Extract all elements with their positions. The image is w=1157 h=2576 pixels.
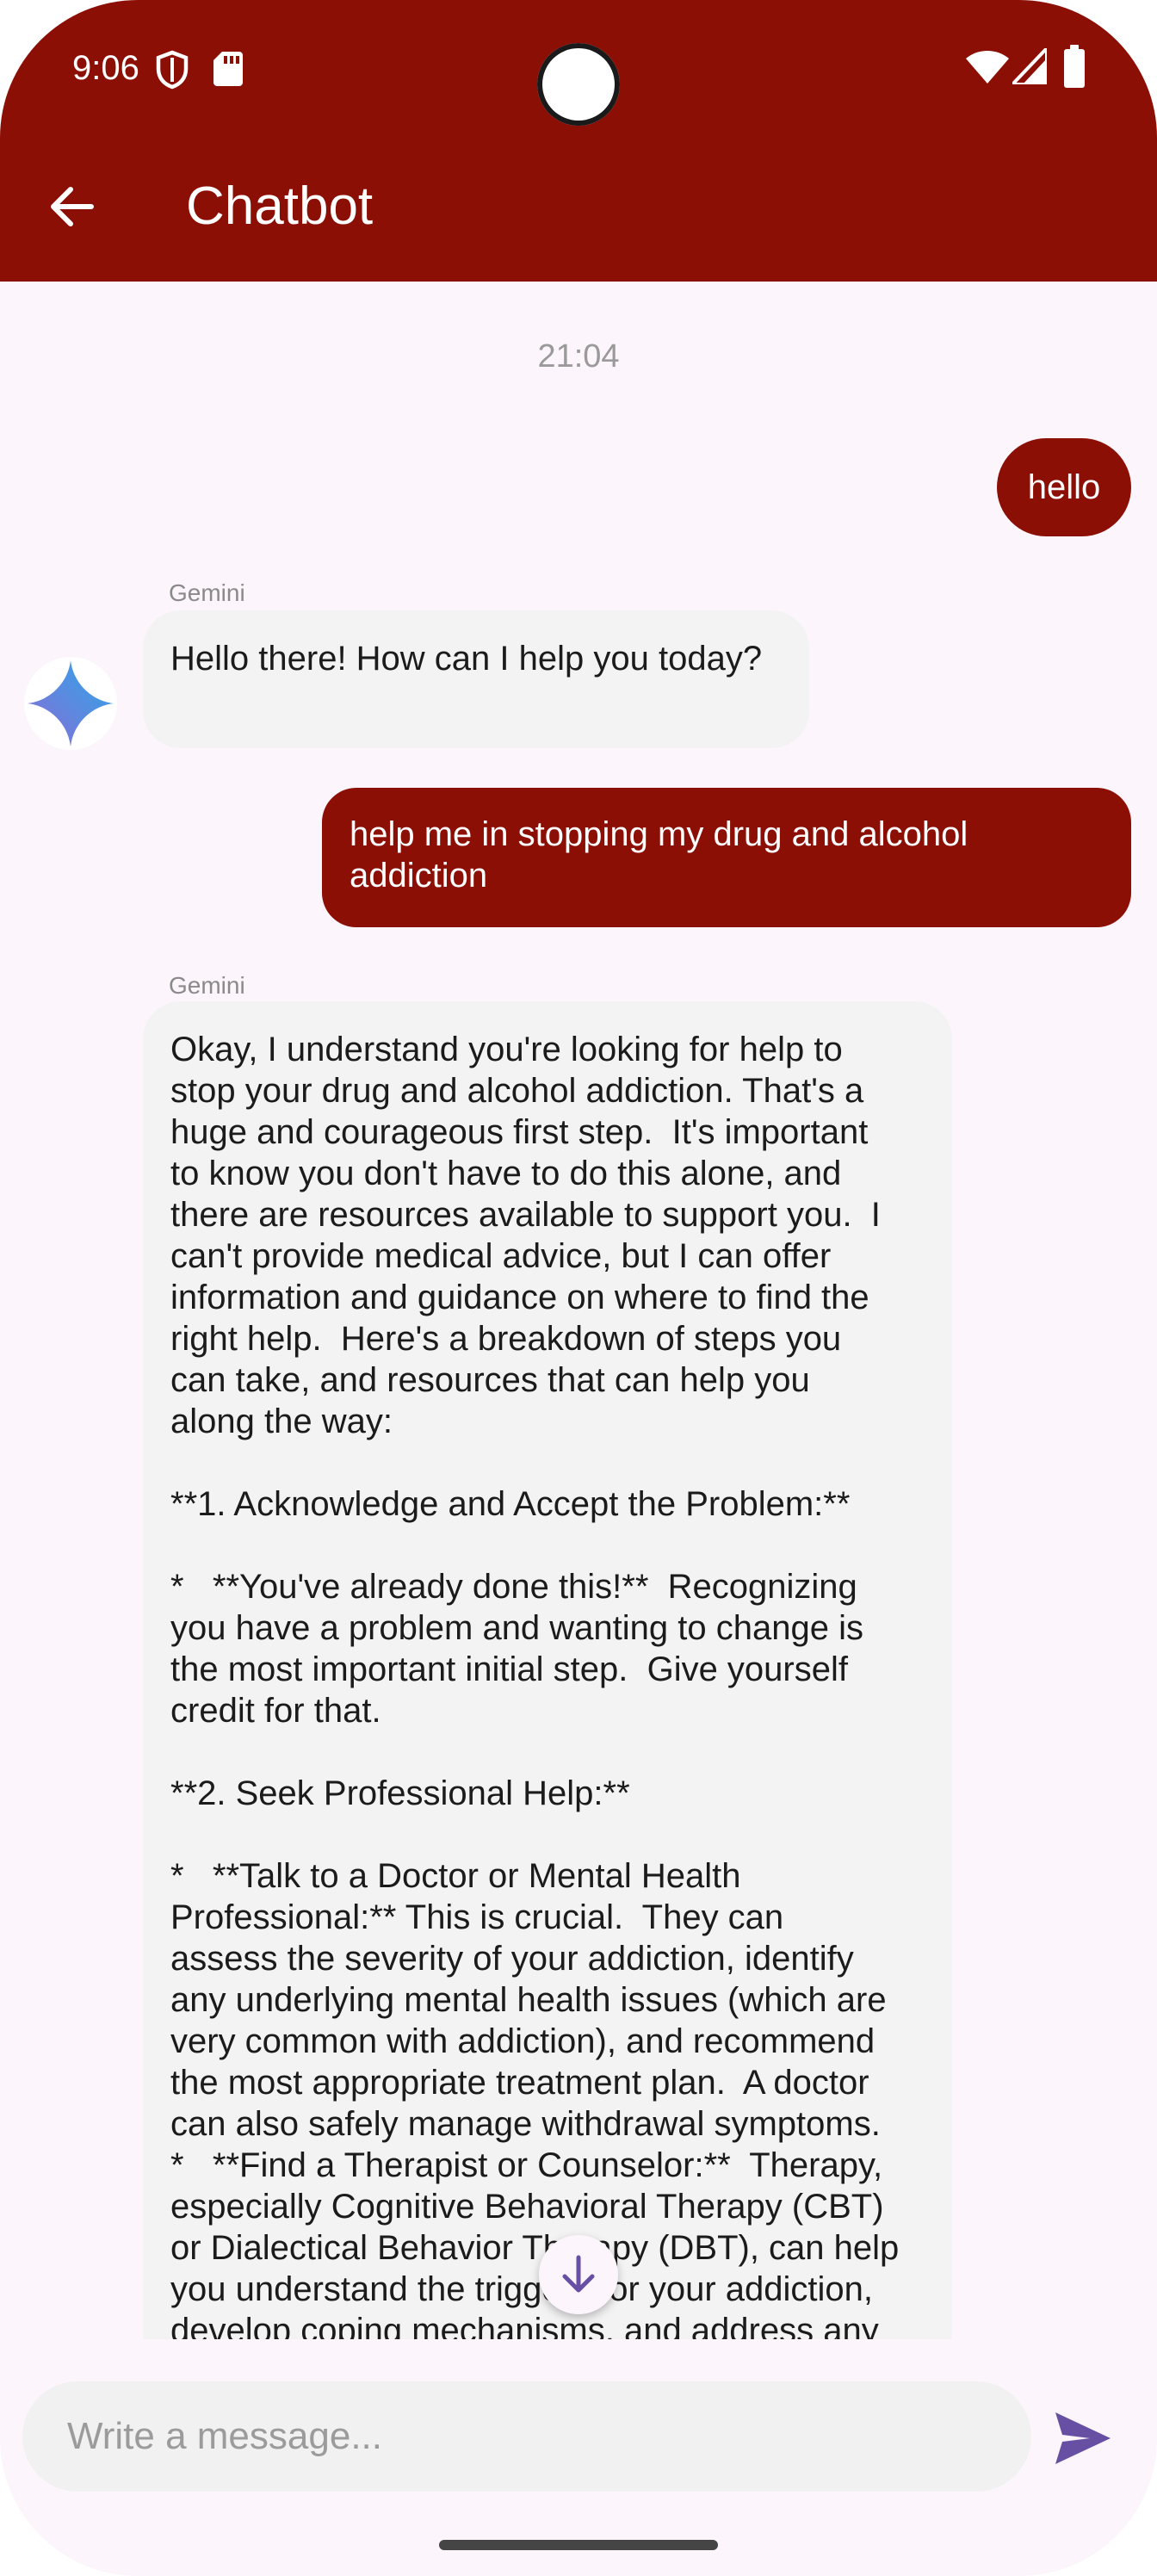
user-message-bubble: help me in stopping my drug and alcohol … (322, 788, 1131, 927)
message-input[interactable] (22, 2381, 1031, 2492)
signal-icon (1012, 48, 1047, 84)
home-indicator[interactable] (439, 2540, 718, 2550)
scroll-to-bottom-button[interactable] (539, 2235, 618, 2314)
phone-screen: 9:06 Chatbot 21:04 hello Gemini Hello th… (0, 0, 1157, 2576)
status-time: 9:06 (72, 49, 139, 87)
wifi-icon (966, 51, 1009, 84)
battery-icon (1064, 45, 1085, 88)
page-title: Chatbot (186, 176, 374, 236)
bot-avatar (24, 657, 117, 750)
message-sender-name: Gemini (169, 579, 245, 606)
gemini-sparkle-icon (28, 660, 114, 746)
sd-card-icon (213, 52, 243, 86)
shield-icon (156, 50, 189, 90)
bot-message-bubble: Hello there! How can I help you today? (143, 610, 809, 748)
arrow-back-icon[interactable] (43, 177, 102, 236)
bot-message-bubble: Okay, I understand you're looking for he… (143, 1001, 952, 2339)
chat-message-list[interactable]: 21:04 hello Gemini Hello there! How can … (0, 282, 1157, 2339)
arrow-down-icon (562, 2255, 595, 2293)
chat-timestamp: 21:04 (537, 338, 620, 375)
user-message-bubble: hello (997, 438, 1131, 536)
front-camera (537, 43, 620, 126)
send-icon[interactable] (1052, 2407, 1114, 2469)
message-sender-name: Gemini (169, 972, 245, 999)
app-top-bar: 9:06 Chatbot (0, 0, 1157, 282)
